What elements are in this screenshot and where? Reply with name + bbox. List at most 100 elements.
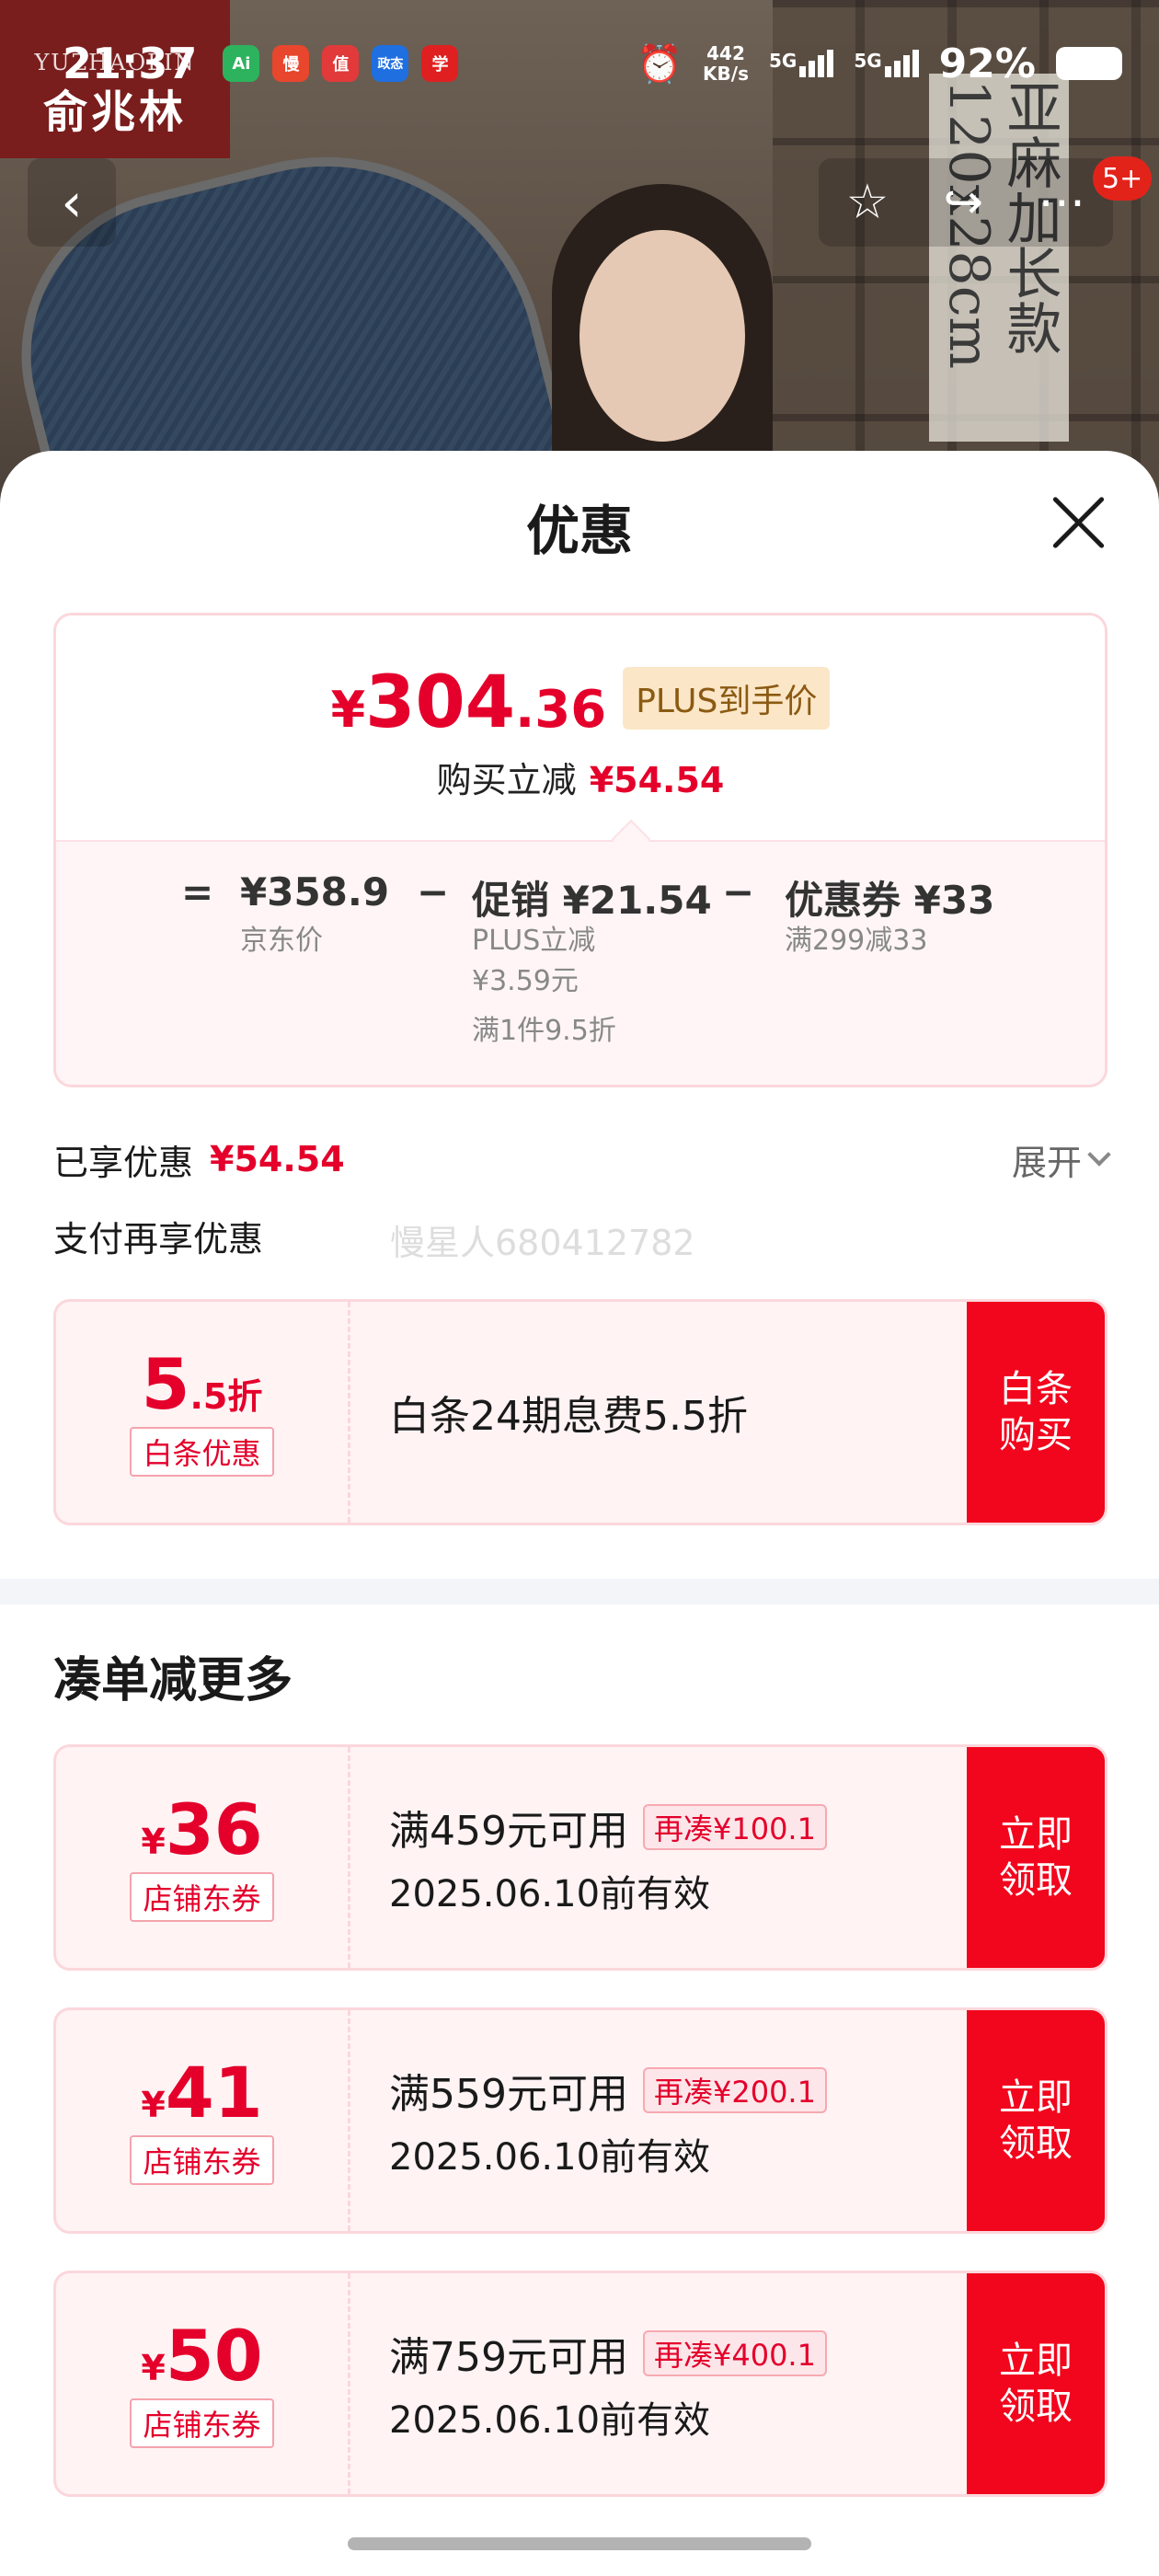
coupon-value: ¥41 [141, 2056, 262, 2130]
notification-badge: 5+ [1093, 156, 1153, 201]
coupon-details: 满759元可用 再凑¥400.1 2025.06.10前有效 [389, 2273, 987, 2494]
enjoyed-discount-row: 已享优惠 ¥54.54 展开 [53, 1132, 1111, 1187]
discount-line: 购买立减 ¥54.54 [56, 752, 1105, 802]
claim-label-2: 领取 [999, 1859, 1073, 1902]
watermark-text: 慢星人680412782 [390, 1223, 695, 1263]
claim-label-1: 立即 [999, 2076, 1073, 2119]
battery-icon [1056, 47, 1122, 80]
coupon-left: ¥36 店铺东券 [56, 1747, 350, 1968]
claim-label-2: 领取 [999, 2122, 1073, 2165]
formula-equals: = [181, 869, 214, 914]
final-price-currency: ¥ [330, 681, 366, 739]
price-formula: = ¥358.9 京东价 − 促销 ¥21.54 PLUS立减 ¥3.59元 满… [56, 840, 1105, 1085]
net-speed-unit: KB/s [703, 63, 749, 85]
store-coupon-card: ¥36 店铺东券 满459元可用 再凑¥100.1 2025.06.10前有效 … [53, 1744, 1107, 1971]
coupon-condition-row: 满759元可用 再凑¥400.1 [389, 2324, 987, 2383]
net-speed-value: 442 [706, 42, 745, 64]
baitiao-buy-label-1: 白条 [999, 1368, 1073, 1410]
chevron-down-icon [1087, 1143, 1111, 1167]
network-label-1: 5G [768, 50, 798, 72]
signal-icon-1: 5G [768, 50, 834, 77]
jd-price: ¥358.9 [240, 869, 390, 914]
zhi-app-icon: 值 [322, 45, 360, 82]
close-icon[interactable] [1049, 493, 1107, 552]
claim-coupon-button[interactable]: 立即 领取 [967, 2273, 1105, 2494]
model-face [580, 230, 745, 442]
promo-note-plus: PLUS立减 [472, 925, 596, 957]
coupon-currency: ¥ [141, 2085, 166, 2125]
battery-percent: 92% [938, 40, 1036, 87]
coupon-value: ¥36 [141, 1793, 262, 1867]
man-app-icon: 慢 [272, 45, 310, 82]
coupon-condition-text: 满759元可用 [389, 2334, 628, 2381]
coupon-gap-chip: 再凑¥400.1 [642, 2330, 827, 2376]
promo-note-amount: ¥3.59元 [472, 965, 579, 997]
sheet-title: 优惠 [525, 500, 633, 562]
coupon-value: ¥50 [141, 2319, 262, 2393]
coupon-currency: ¥ [141, 1822, 166, 1862]
baitiao-offer-left: 5.5折 白条优惠 [56, 1302, 350, 1523]
promo-amount: 促销 ¥21.54 [472, 878, 712, 923]
section-divider [0, 1579, 1159, 1604]
coupon-currency: ¥ [141, 2348, 166, 2388]
coupon-expiry: 2025.06.10前有效 [389, 1873, 711, 1915]
share-icon[interactable]: ↪ [944, 175, 984, 230]
expand-label: 展开 [1011, 1142, 1082, 1183]
discount-sheet: 优惠 ¥304.36 PLUS到手价 购买立减 ¥54.54 = ¥358.9 京… [0, 451, 1159, 2576]
coupon-gap-chip: 再凑¥200.1 [642, 2067, 827, 2113]
coupon-condition-row: 满459元可用 再凑¥100.1 [389, 1798, 987, 1857]
star-icon[interactable]: ☆ [846, 175, 889, 230]
price-card: ¥304.36 PLUS到手价 购买立减 ¥54.54 = ¥358.9 京东价 … [53, 613, 1107, 1087]
coupon-type-tag: 店铺东券 [130, 2135, 274, 2185]
coupon-amount-number: 36 [165, 1788, 263, 1870]
coupon-gap-chip: 再凑¥100.1 [642, 1804, 827, 1850]
coupon-left: ¥41 店铺东券 [56, 2010, 350, 2231]
net-speed: 442 KB/s [703, 43, 749, 84]
xuexi-app-icon: 学 [421, 45, 459, 82]
baitiao-offer-title: 白条24期息费5.5折 [389, 1393, 748, 1440]
claim-coupon-button[interactable]: 立即 领取 [967, 1747, 1105, 1968]
claim-label-2: 领取 [999, 2386, 1073, 2428]
coupon-left: ¥50 店铺东券 [56, 2273, 350, 2494]
zhengwu-app-icon: 政态 [372, 45, 409, 82]
claim-coupon-button[interactable]: 立即 领取 [967, 2010, 1105, 2231]
discount-value: ¥54.54 [589, 760, 725, 800]
formula-minus-2: − [722, 869, 755, 914]
signal-icon-2: 5G [854, 50, 919, 77]
baitiao-buy-button[interactable]: 白条 购买 [967, 1302, 1105, 1523]
baitiao-discount-small: .5折 [189, 1376, 263, 1417]
back-button[interactable]: ‹ [28, 158, 116, 247]
baitiao-discount-value: 5.5折 [142, 1348, 263, 1421]
home-indicator[interactable] [348, 2537, 811, 2550]
enjoyed-label: 已享优惠 [53, 1142, 194, 1183]
pay-discount-label: 支付再享优惠 [53, 1219, 264, 1259]
discount-label: 购买立减 [436, 760, 577, 800]
more-discount-title: 凑单减更多 [53, 1653, 293, 1708]
jd-price-label: 京东价 [240, 925, 323, 957]
baitiao-offer-details: 白条24期息费5.5折 [389, 1302, 987, 1523]
coupon-type-tag: 店铺东券 [130, 1872, 274, 1922]
coupon-amount: 优惠券 ¥33 [785, 878, 995, 923]
coupon-amount-number: 41 [165, 2052, 263, 2133]
coupon-condition: 满299减33 [785, 925, 928, 957]
chevron-left-icon: ‹ [61, 171, 83, 234]
coupon-expiry: 2025.06.10前有效 [389, 2136, 711, 2179]
coupon-condition-text: 满459元可用 [389, 1808, 628, 1855]
product-spec-vertical-text: 亚麻加长款 120x28cm [929, 74, 1069, 442]
coupon-type-tag: 店铺东券 [130, 2398, 274, 2448]
claim-label-1: 立即 [999, 1813, 1073, 1856]
more-icon[interactable]: ⋯ [1038, 175, 1085, 230]
price-summary: ¥304.36 PLUS到手价 购买立减 ¥54.54 [56, 615, 1105, 840]
status-time: 21:37 [63, 39, 198, 88]
baitiao-offer-card: 5.5折 白条优惠 白条24期息费5.5折 白条 购买 [53, 1299, 1107, 1525]
store-coupon-card: ¥41 店铺东券 满559元可用 再凑¥200.1 2025.06.10前有效 … [53, 2007, 1107, 2234]
coupon-condition-row: 满559元可用 再凑¥200.1 [389, 2061, 987, 2120]
final-price-dec: .36 [515, 680, 607, 740]
final-price-int: 304 [365, 661, 515, 744]
coupon-expiry: 2025.06.10前有效 [389, 2399, 711, 2442]
final-price: ¥304.36 [331, 661, 607, 744]
network-label-2: 5G [854, 50, 882, 72]
store-coupon-card: ¥50 店铺东券 满759元可用 再凑¥400.1 2025.06.10前有效 … [53, 2271, 1107, 2497]
expand-button[interactable]: 展开 [1011, 1134, 1111, 1185]
promo-note-discount: 满1件9.5折 [472, 1015, 616, 1047]
